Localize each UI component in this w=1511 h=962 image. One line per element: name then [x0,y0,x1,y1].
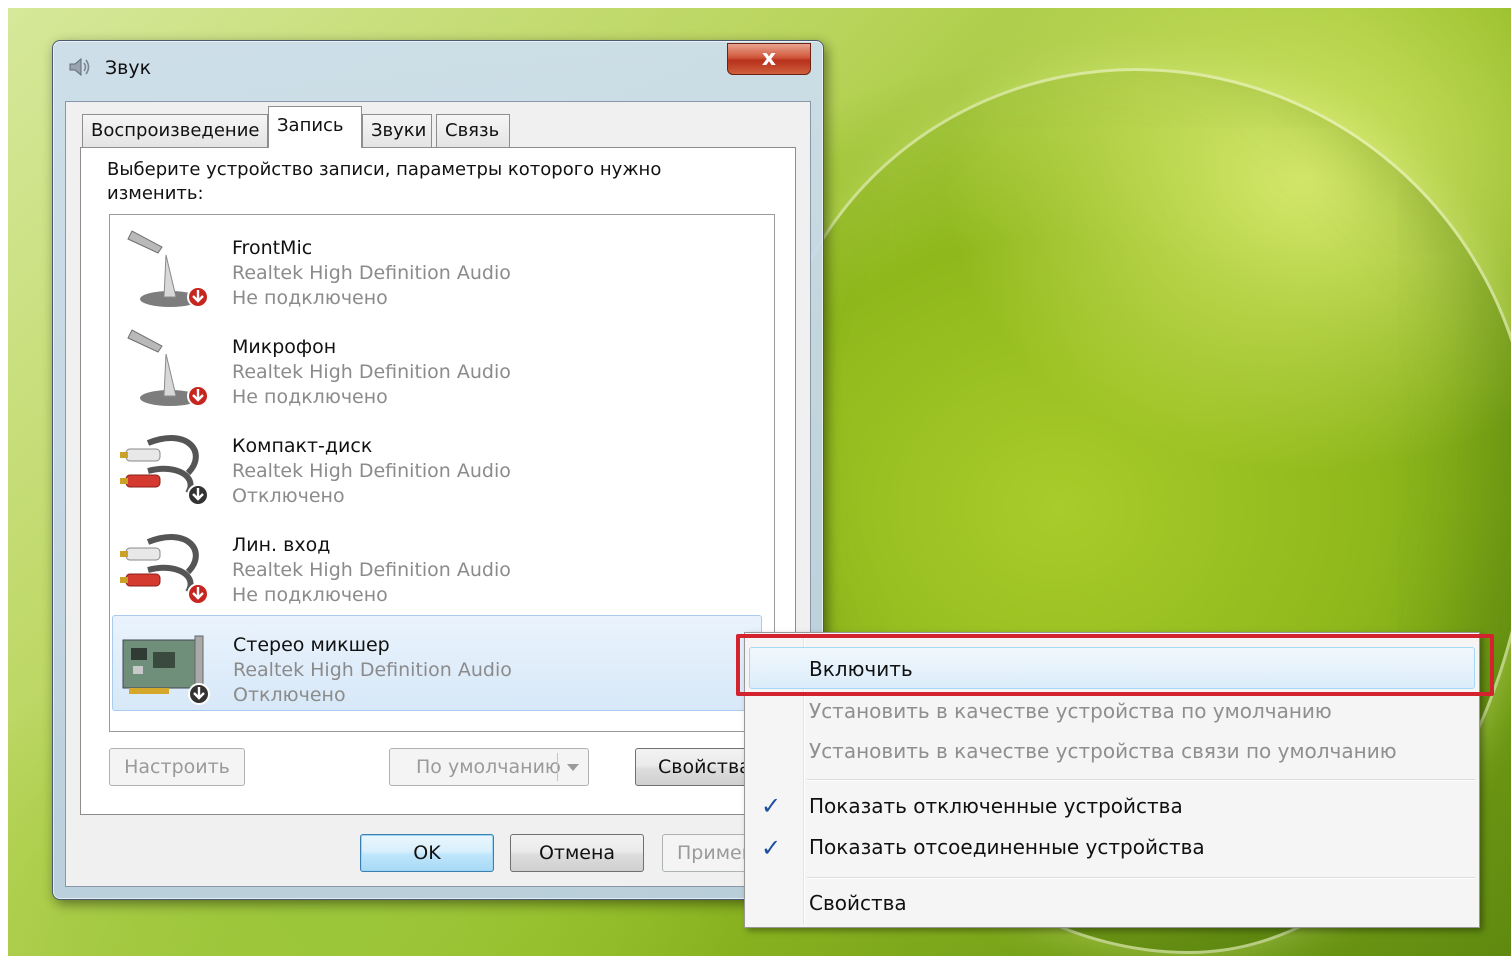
device-driver: Realtek High Definition Audio [232,559,511,581]
menu-item-set-comm-default[interactable]: Установить в качестве устройства связи п… [809,739,1397,763]
dialog-client-area: Воспроизведение Запись Звуки Связь Выбер… [65,101,811,887]
window-title: Звук [105,57,152,79]
tab-playback[interactable]: Воспроизведение [82,114,268,148]
set-default-label: По умолчанию [416,756,561,778]
ok-button[interactable]: OK [360,834,494,872]
tab-recording[interactable]: Запись [268,106,362,148]
menu-item-show-disabled[interactable]: Показать отключенные устройства [809,794,1183,818]
annotation-highlight-box [736,634,1494,696]
speaker-icon [69,57,90,77]
checkmark-icon: ✓ [760,834,782,862]
device-driver: Realtek High Definition Audio [232,262,511,284]
device-name: FrontMic [232,237,313,259]
recording-tab-page: Выберите устройство записи, параметры ко… [80,147,796,815]
rca-cable-icon [120,534,209,605]
device-status: Отключено [232,485,345,507]
menu-separator [807,877,1475,879]
rca-cable-icon [120,435,209,506]
device-item-cd[interactable]: Компакт-диск Realtek High Definition Aud… [112,417,762,513]
device-driver: Realtek High Definition Audio [232,361,511,383]
device-item-frontmic[interactable]: FrontMic Realtek High Definition Audio Н… [112,219,762,315]
device-status: Не подключено [232,287,388,309]
cancel-button[interactable]: Отмена [510,834,644,872]
checkmark-icon: ✓ [760,792,782,820]
tab-sounds[interactable]: Звуки [362,114,432,148]
tab-communications[interactable]: Связь [436,114,510,148]
set-default-button[interactable]: По умолчанию [389,748,589,786]
microphone-icon [127,329,209,407]
menu-item-show-disconnected[interactable]: Показать отсоединенные устройства [809,835,1205,859]
title-bar[interactable]: Звук x [53,41,823,93]
device-item-microphone[interactable]: Микрофон Realtek High Definition Audio Н… [112,318,762,414]
device-item-stereo-mix[interactable]: Стерео микшер Realtek High Definition Au… [112,615,762,711]
device-status: Отключено [233,684,346,706]
split-divider [557,753,558,781]
device-item-line-in[interactable]: Лин. вход Realtek High Definition Audio … [112,516,762,612]
device-name: Лин. вход [232,534,331,556]
device-name: Микрофон [232,336,337,358]
device-name: Компакт-диск [232,435,373,457]
configure-button[interactable]: Настроить [109,748,245,786]
close-button[interactable]: x [727,43,811,75]
device-driver: Realtek High Definition Audio [232,460,511,482]
microphone-icon [127,230,209,308]
menu-separator [807,779,1475,781]
device-status: Не подключено [232,386,388,408]
device-driver: Realtek High Definition Audio [233,659,512,681]
device-status: Не подключено [232,584,388,606]
menu-item-set-default[interactable]: Установить в качестве устройства по умол… [809,699,1332,723]
device-list[interactable]: FrontMic Realtek High Definition Audio Н… [109,214,775,732]
instruction-text: Выберите устройство записи, параметры ко… [107,159,662,204]
dropdown-arrow-icon[interactable] [567,764,579,771]
sound-card-icon [122,635,210,705]
sound-dialog: Звук x Воспроизведение Запись Звуки Связ… [52,40,824,900]
menu-item-properties[interactable]: Свойства [809,891,907,915]
device-name: Стерео микшер [233,634,390,656]
